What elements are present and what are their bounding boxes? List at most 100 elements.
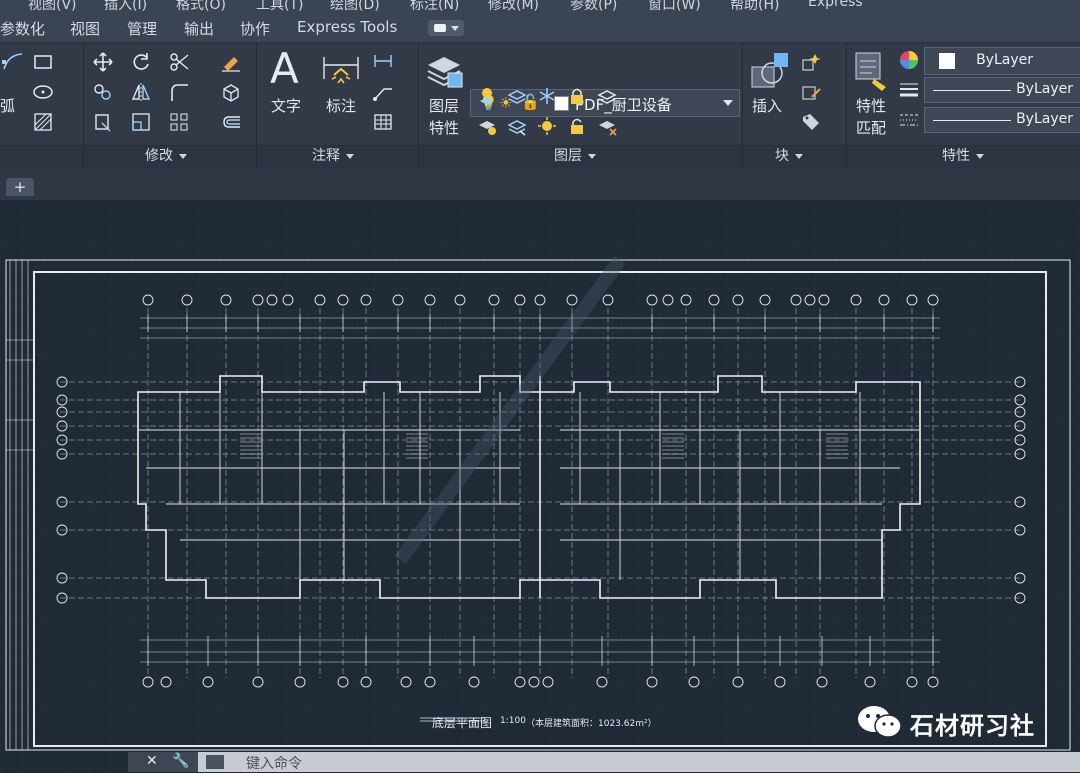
table-icon[interactable] <box>372 111 394 133</box>
linetype-icon[interactable] <box>898 109 920 131</box>
plan-scale: 1:100 <box>500 716 526 726</box>
move-icon[interactable] <box>92 51 114 73</box>
layer-unlock-icon[interactable] <box>566 115 588 137</box>
rotate-icon[interactable] <box>130 51 152 73</box>
chevron-down-icon <box>976 153 984 159</box>
layer-lock-icon[interactable] <box>566 85 588 107</box>
3d-box-icon[interactable] <box>220 81 242 103</box>
trim-icon[interactable] <box>168 51 190 73</box>
layer-props-label-1[interactable]: 图层 <box>429 95 459 116</box>
layer-merge-icon[interactable] <box>596 115 618 137</box>
file-tab-bar: + <box>0 168 1080 200</box>
erase-icon[interactable] <box>220 51 242 73</box>
menu-format[interactable]: 格式(O) <box>176 0 226 12</box>
panel-title-block[interactable]: 块 <box>775 145 803 165</box>
layer-properties-icon[interactable] <box>424 51 464 91</box>
ribbon-tab-bar: 参数化 视图 管理 输出 协作 Express Tools <box>0 12 1080 43</box>
linetype-dropdown[interactable]: ByLayer <box>924 77 1080 103</box>
tab-manage[interactable]: 管理 <box>127 18 157 39</box>
panel-icon <box>434 24 446 32</box>
chevron-down-icon <box>795 153 803 159</box>
panel-title-properties[interactable]: 特性 <box>942 145 984 165</box>
ellipse-icon[interactable] <box>32 81 54 103</box>
linetype-preview <box>933 90 1011 91</box>
arc-label[interactable]: 弧 <box>0 95 15 116</box>
text-icon[interactable]: A <box>270 47 306 91</box>
new-tab-button[interactable]: + <box>6 178 34 196</box>
color-value: ByLayer <box>976 52 1033 68</box>
linear-dim-icon[interactable] <box>372 51 394 73</box>
color-dropdown[interactable]: ByLayer <box>924 47 1080 75</box>
panel-title-layers[interactable]: 图层 <box>554 145 596 165</box>
menu-parametric[interactable]: 参数(P) <box>570 0 617 12</box>
chevron-down-icon <box>588 153 596 159</box>
match-properties-icon[interactable] <box>852 49 892 93</box>
menu-draw[interactable]: 绘图(D) <box>330 0 380 12</box>
chevron-down-icon <box>346 153 354 159</box>
offset-icon[interactable] <box>220 111 242 133</box>
leader-icon[interactable] <box>372 81 394 103</box>
lineweight-preview <box>933 120 1011 121</box>
chevron-down-icon <box>451 26 459 31</box>
dimension-button-label[interactable]: 标注 <box>326 95 356 116</box>
match-props-label-2[interactable]: 匹配 <box>856 117 886 138</box>
hatch-icon[interactable] <box>32 111 54 133</box>
menu-window[interactable]: 窗口(W) <box>648 0 701 12</box>
layer-isolate-icon[interactable] <box>506 85 528 107</box>
create-block-icon[interactable] <box>800 51 822 73</box>
attribute-icon[interactable] <box>800 111 822 133</box>
panel-title-annotation[interactable]: 注释 <box>312 145 354 165</box>
linetype-value: ByLayer <box>1016 81 1073 97</box>
menu-tools[interactable]: 工具(T) <box>256 0 303 12</box>
menu-modify[interactable]: 修改(M) <box>488 0 539 12</box>
wrench-icon[interactable]: 🔧 <box>172 753 189 769</box>
panel-separator <box>846 43 847 168</box>
layer-props-label-2[interactable]: 特性 <box>429 117 459 138</box>
menu-bar: 视图(V) 插入(I) 格式(O) 工具(T) 绘图(D) 标注(N) 修改(M… <box>0 0 1080 12</box>
lineweight-icon[interactable] <box>898 79 920 101</box>
scale-icon[interactable] <box>130 111 152 133</box>
layer-freeze-icon[interactable] <box>536 85 558 107</box>
command-line-buttons: ✕ 🔧 <box>128 752 198 772</box>
drawing-canvas[interactable]: 底层平面图 1:100 （本层建筑面积：1023.62m²） <box>0 200 1080 772</box>
layer-on-icon[interactable] <box>476 115 498 137</box>
layer-match-icon[interactable] <box>596 85 618 107</box>
text-button-label[interactable]: 文字 <box>271 95 301 116</box>
dimension-icon[interactable] <box>320 53 362 93</box>
insert-block-icon[interactable] <box>748 49 792 93</box>
tab-express-tools[interactable]: Express Tools <box>297 18 397 36</box>
edit-block-icon[interactable] <box>800 81 822 103</box>
command-input[interactable]: 键入命令 <box>246 753 302 773</box>
copy-icon[interactable] <box>92 81 114 103</box>
array-icon[interactable] <box>168 111 190 133</box>
match-props-label-1[interactable]: 特性 <box>856 95 886 116</box>
command-line[interactable]: ✕ 🔧 键入命令 <box>128 752 1080 772</box>
layer-off-icon[interactable] <box>476 85 498 107</box>
layer-thaw-icon[interactable] <box>536 115 558 137</box>
tab-collaborate[interactable]: 协作 <box>240 18 270 39</box>
menu-dimension[interactable]: 标注(N) <box>410 0 459 12</box>
command-history-icon[interactable] <box>206 755 224 769</box>
menu-express[interactable]: Express <box>808 0 863 10</box>
tab-output[interactable]: 输出 <box>184 18 214 39</box>
ribbon-toggle-button[interactable] <box>428 20 464 36</box>
tab-parametric[interactable]: 参数化 <box>0 18 45 39</box>
fillet-icon[interactable] <box>168 81 190 103</box>
line-icon[interactable] <box>2 51 24 73</box>
menu-help[interactable]: 帮助(H) <box>730 0 779 12</box>
insert-button-label[interactable]: 插入 <box>752 95 782 116</box>
layer-walk-icon[interactable] <box>506 115 528 137</box>
panel-separator <box>418 43 419 168</box>
menu-view[interactable]: 视图(V) <box>28 0 77 12</box>
stretch-icon[interactable] <box>92 111 114 133</box>
color-wheel-icon[interactable] <box>898 49 920 71</box>
watermark-brand-text: 石材研习社 <box>910 712 1035 740</box>
lineweight-dropdown[interactable]: ByLayer <box>924 107 1080 133</box>
mirror-icon[interactable] <box>130 81 152 103</box>
rectangle-icon[interactable] <box>32 51 54 73</box>
menu-insert[interactable]: 插入(I) <box>104 0 147 12</box>
panel-title-modify[interactable]: 修改 <box>145 145 187 165</box>
close-icon[interactable]: ✕ <box>146 753 158 769</box>
panel-separator <box>83 43 84 168</box>
tab-view[interactable]: 视图 <box>70 18 100 39</box>
